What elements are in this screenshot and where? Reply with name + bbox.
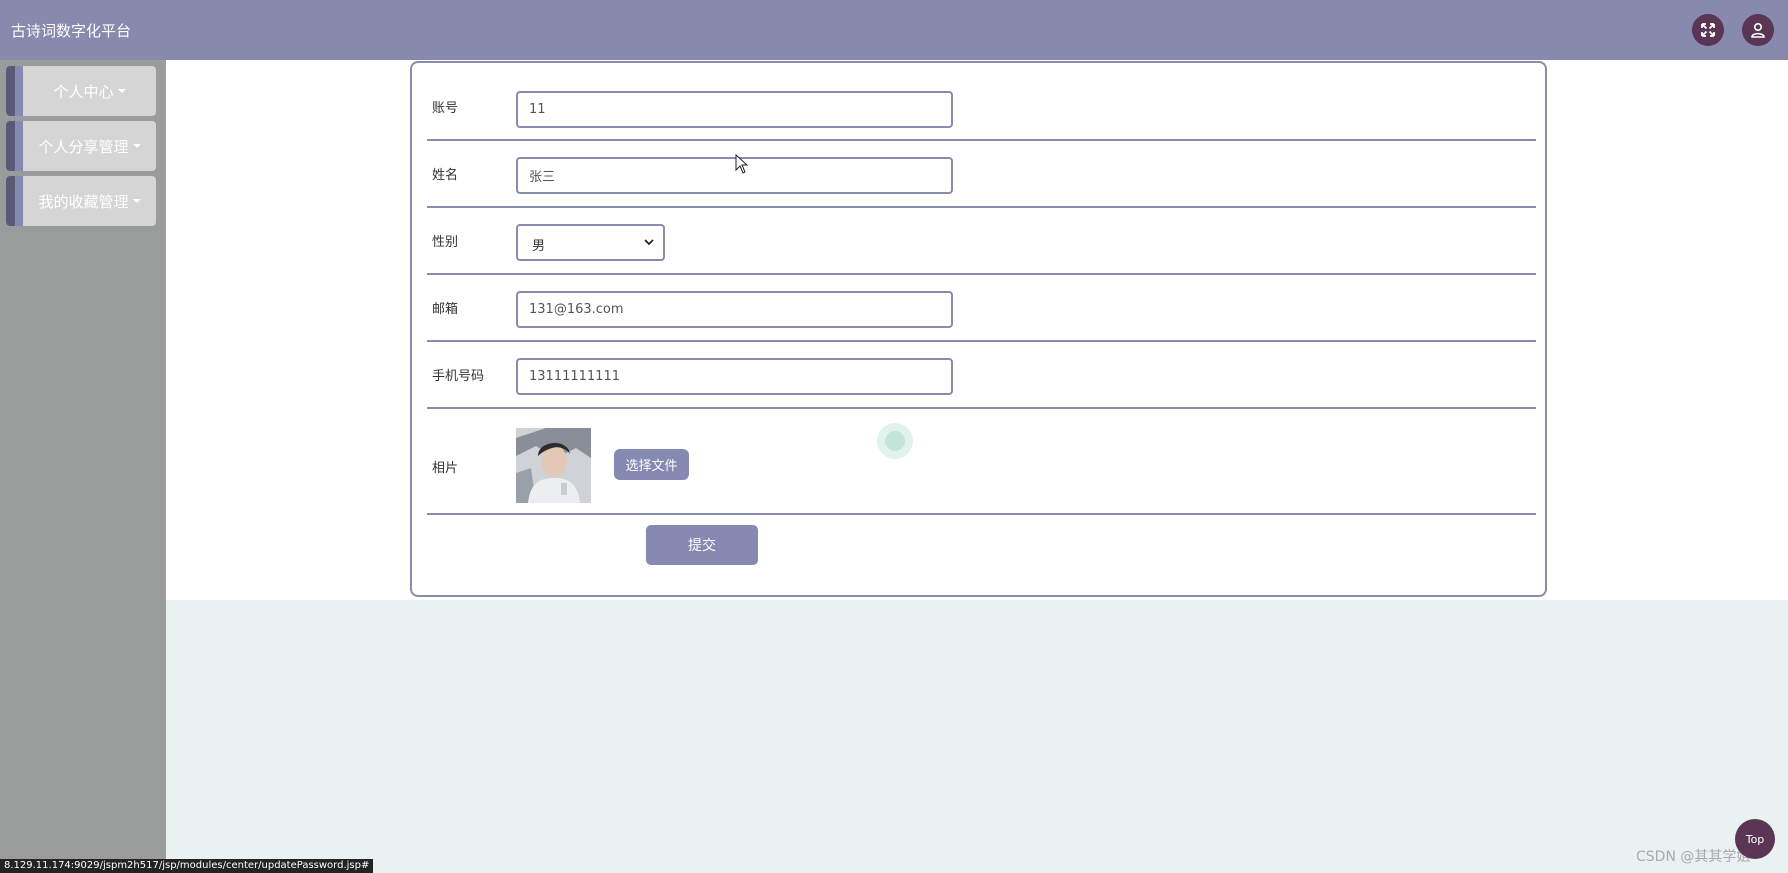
gender-select[interactable]: 男 bbox=[516, 224, 665, 261]
form-row-name: 姓名 bbox=[427, 141, 1536, 208]
form-row-phone: 手机号码 bbox=[427, 342, 1536, 409]
menu-accent-bar bbox=[15, 176, 23, 226]
name-label: 姓名 bbox=[432, 168, 459, 183]
caret-down-icon bbox=[132, 199, 141, 203]
menu-accent-bar bbox=[15, 66, 23, 116]
sidebar-item-label: 个人分享管理 bbox=[38, 137, 129, 156]
sidebar-item-favorites-management[interactable]: 我的收藏管理 bbox=[6, 176, 156, 226]
sidebar-item-label-wrap: 我的收藏管理 bbox=[23, 176, 156, 226]
status-bar-url: 8.129.11.174:9029/jspm2h517/jsp/modules/… bbox=[0, 859, 374, 873]
avatar-image bbox=[516, 428, 591, 503]
phone-label: 手机号码 bbox=[432, 369, 485, 384]
header-bar: 古诗词数字化平台 bbox=[0, 0, 1788, 60]
account-label: 账号 bbox=[432, 101, 459, 116]
sidebar-item-label-wrap: 个人分享管理 bbox=[23, 121, 156, 171]
email-input[interactable] bbox=[516, 291, 953, 328]
email-label: 邮箱 bbox=[432, 302, 459, 317]
user-icon-glyph bbox=[1751, 22, 1765, 38]
avatar-photo bbox=[516, 428, 591, 503]
form-row-gender: 性别 男 bbox=[427, 208, 1536, 275]
menu-accent-bar bbox=[6, 176, 15, 226]
app-title: 古诗词数字化平台 bbox=[11, 22, 132, 40]
caret-down-icon bbox=[117, 89, 126, 93]
sidebar-item-share-management[interactable]: 个人分享管理 bbox=[6, 121, 156, 171]
form-row-photo: 相片 选择文件 bbox=[427, 409, 1536, 515]
choose-file-button[interactable]: 选择文件 bbox=[614, 449, 689, 480]
fullscreen-icon-glyph bbox=[1701, 23, 1715, 37]
menu-accent-bar bbox=[6, 66, 15, 116]
sidebar-item-label-wrap: 个人中心 bbox=[23, 66, 156, 116]
form-row-account: 账号 bbox=[427, 63, 1536, 141]
loading-indicator bbox=[877, 423, 913, 459]
caret-down-icon bbox=[132, 144, 141, 148]
back-to-top-button[interactable]: Top bbox=[1735, 819, 1775, 859]
sidebar-item-label: 我的收藏管理 bbox=[38, 192, 129, 211]
mouse-cursor-icon bbox=[735, 154, 749, 174]
sidebar: 个人中心 个人分享管理 我的收藏管理 bbox=[0, 60, 166, 873]
phone-input[interactable] bbox=[516, 358, 953, 395]
photo-label: 相片 bbox=[432, 461, 459, 476]
user-icon[interactable] bbox=[1742, 14, 1774, 46]
watermark: CSDN @其其学姐 bbox=[1636, 849, 1751, 865]
sidebar-item-personal-center[interactable]: 个人中心 bbox=[6, 66, 156, 116]
gender-label: 性别 bbox=[432, 235, 459, 250]
menu-accent-bar bbox=[6, 121, 15, 171]
account-input[interactable] bbox=[516, 91, 953, 128]
fullscreen-icon[interactable] bbox=[1692, 14, 1724, 46]
menu-accent-bar bbox=[15, 121, 23, 171]
sidebar-item-label: 个人中心 bbox=[53, 82, 114, 101]
chevron-down-icon bbox=[644, 239, 654, 246]
form-row-email: 邮箱 bbox=[427, 275, 1536, 342]
gender-select-value: 男 bbox=[532, 239, 546, 254]
submit-button[interactable]: 提交 bbox=[646, 525, 758, 565]
profile-form: 账号 姓名 性别 男 邮箱 手机号码 相片 bbox=[410, 61, 1547, 597]
